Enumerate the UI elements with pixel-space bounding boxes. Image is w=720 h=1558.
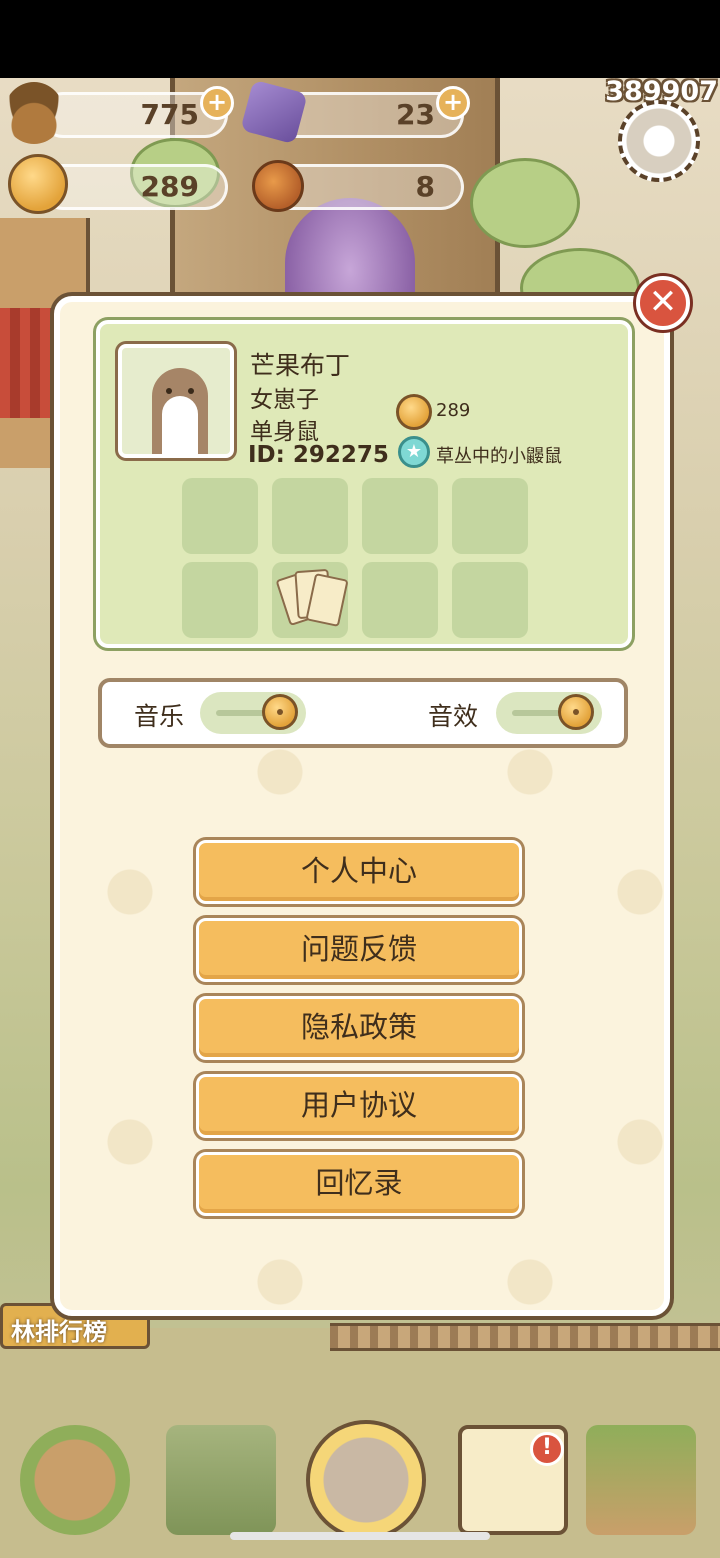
acorn-value: 775 <box>140 98 199 131</box>
acorn-icon <box>4 82 64 144</box>
music-toggle[interactable] <box>200 692 306 734</box>
mail-nav-icon[interactable] <box>166 1425 276 1535</box>
character-nav-icon[interactable] <box>306 1420 426 1540</box>
user-agreement-button[interactable]: 用户协议 <box>196 1074 522 1138</box>
player-status: 单身鼠 <box>250 419 319 445</box>
add-acorn-button[interactable]: + <box>200 86 234 120</box>
item-slot[interactable] <box>362 478 438 554</box>
home-indicator[interactable] <box>230 1532 490 1540</box>
add-gem-button[interactable]: + <box>436 86 470 120</box>
sfx-toggle[interactable] <box>496 692 602 734</box>
fruit-icon <box>252 160 304 212</box>
privacy-policy-button[interactable]: 隐私政策 <box>196 996 522 1060</box>
memories-button[interactable]: 回忆录 <box>196 1152 522 1216</box>
card-deck-icon[interactable] <box>275 568 349 630</box>
bell-value: 289 <box>140 170 199 203</box>
item-slot[interactable] <box>362 562 438 638</box>
personal-center-button[interactable]: 个人中心 <box>196 840 522 904</box>
item-slot[interactable] <box>182 478 258 554</box>
player-bell-count: 289 <box>436 400 471 421</box>
bell-counter: 289 <box>40 164 228 210</box>
gem-value: 23 <box>396 98 435 131</box>
item-slot[interactable] <box>272 478 348 554</box>
bell-icon <box>396 394 432 430</box>
notification-badge: ! <box>530 1432 564 1466</box>
shop-curtain <box>0 308 60 418</box>
player-name: 芒果布丁 <box>250 351 351 380</box>
otter-eye <box>166 388 172 394</box>
gear-icon[interactable] <box>618 100 700 182</box>
map-nav-icon[interactable] <box>586 1425 696 1535</box>
bell-icon <box>8 154 68 214</box>
sfx-label: 音效 <box>428 702 479 731</box>
music-label: 音乐 <box>134 702 185 731</box>
item-slot[interactable] <box>452 478 528 554</box>
home-nav-icon[interactable] <box>20 1425 130 1535</box>
avatar[interactable] <box>118 344 234 458</box>
player-id: ID: 292275 <box>248 442 389 468</box>
item-slot[interactable] <box>452 562 528 638</box>
feedback-button[interactable]: 问题反馈 <box>196 918 522 982</box>
leaf-cluster <box>470 158 580 248</box>
fence <box>330 1323 720 1351</box>
otter-eye <box>188 388 194 394</box>
close-button[interactable]: ✕ <box>636 276 690 330</box>
status-bar <box>0 0 720 78</box>
player-title: 草丛中的小鼹鼠 <box>436 446 562 467</box>
fruit-value: 8 <box>415 170 435 203</box>
item-slot[interactable] <box>182 562 258 638</box>
otter-belly <box>162 396 198 454</box>
badge-icon: ★ <box>398 436 430 468</box>
player-gender: 女崽子 <box>250 387 319 413</box>
